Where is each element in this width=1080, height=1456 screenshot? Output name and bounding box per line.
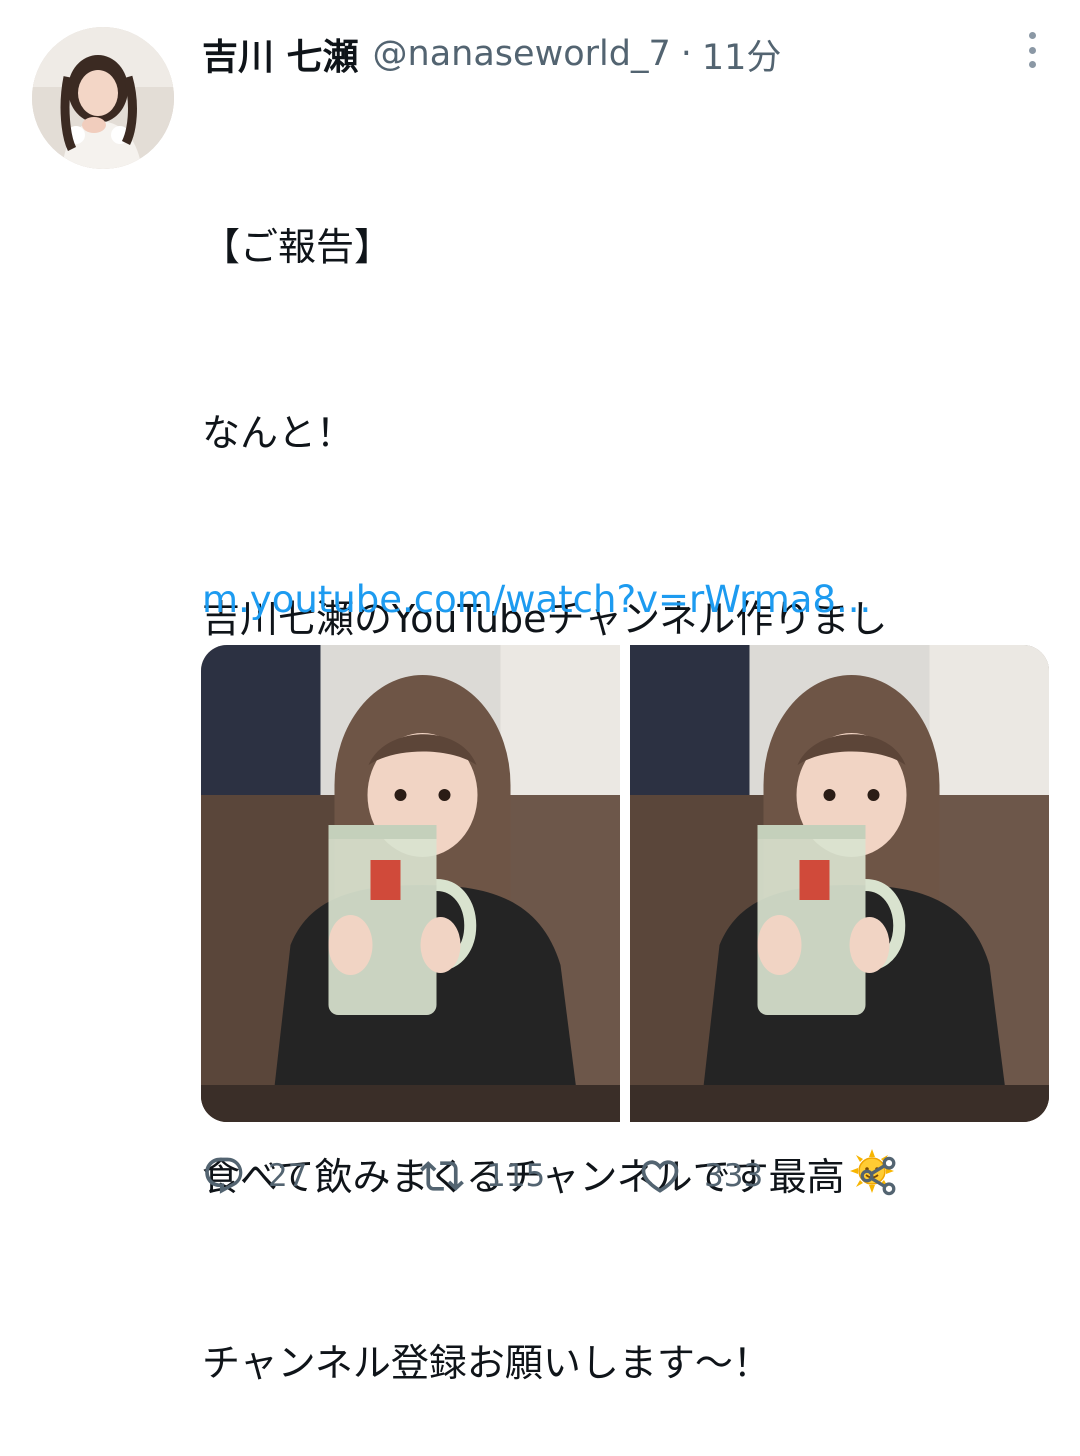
tweet-link[interactable]: m.youtube.com/watch?v=rWrma8... xyxy=(202,578,871,621)
tweet-timestamp[interactable]: 11分 xyxy=(702,29,782,80)
tweet-line: なんと！ xyxy=(202,411,355,455)
header-separator: · xyxy=(680,34,692,74)
reply-button[interactable]: 27 xyxy=(202,1148,307,1204)
photo-content xyxy=(201,645,620,1122)
like-count: 333 xyxy=(704,1158,764,1194)
retweet-icon xyxy=(420,1161,464,1191)
like-button[interactable]: 333 xyxy=(638,1148,763,1204)
reply-icon xyxy=(205,1157,243,1194)
reply-count: 27 xyxy=(268,1158,308,1194)
photo-content xyxy=(630,645,1049,1122)
user-handle[interactable]: @nanaseworld_7 xyxy=(373,34,671,74)
tweet-line: 【ご報告】 xyxy=(202,225,393,269)
avatar-photo xyxy=(32,27,174,169)
heart-icon xyxy=(641,1160,679,1193)
media-photo-2[interactable] xyxy=(630,645,1049,1122)
share-button[interactable] xyxy=(856,1148,900,1204)
retweet-count: 115 xyxy=(486,1158,546,1194)
retweet-button[interactable]: 115 xyxy=(420,1148,545,1204)
share-icon xyxy=(860,1156,896,1196)
more-options-icon[interactable] xyxy=(1024,32,1040,68)
tweet-actions: 27 115 333 xyxy=(202,1148,942,1204)
display-name[interactable]: 吉川 七瀬 xyxy=(202,28,359,80)
profile-avatar[interactable] xyxy=(32,27,174,169)
media-photo-1[interactable] xyxy=(201,645,620,1122)
tweet-media xyxy=(201,645,1049,1122)
tweet-header: 吉川 七瀬 @nanaseworld_7 · 11分 xyxy=(202,26,1060,82)
tweet-line: チャンネル登録お願いします〜！ xyxy=(202,1341,771,1385)
